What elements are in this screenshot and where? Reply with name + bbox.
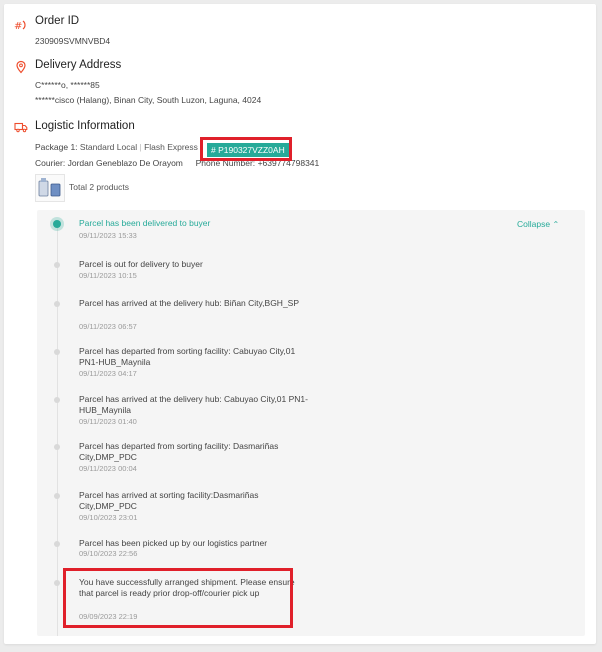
timeline-event-time: 09/11/2023 04:17 (79, 369, 137, 378)
timeline-line (57, 226, 58, 636)
timeline-event-time: 09/10/2023 22:56 (79, 549, 138, 558)
svg-text:#: # (14, 21, 22, 32)
timeline-dot (54, 580, 60, 586)
logistic-info-title: Logistic Information (35, 120, 135, 132)
package-label: Package 1: (35, 142, 78, 152)
delivery-address-title: Delivery Address (35, 59, 122, 71)
timeline-dot (54, 541, 60, 547)
order-id-value: 230909SVMNVBD4 (35, 36, 111, 46)
timeline-event-time: 09/11/2023 06:57 (79, 322, 137, 331)
product-image-icon (38, 178, 61, 197)
timeline-dot (54, 493, 60, 499)
timeline-event-time: 09/10/2023 23:01 (79, 513, 138, 522)
collapse-label: Collapse (517, 219, 551, 229)
timeline-event-title: Parcel has departed from sorting facilit… (79, 346, 296, 367)
recipient-name-phone: C******o, ******85 (35, 80, 100, 90)
timeline-event-time: 09/11/2023 01:40 (79, 417, 137, 426)
recipient-address: ******cisco (Halang), Binan City, South … (35, 95, 262, 105)
timeline-event-title: Parcel has arrived at the delivery hub: … (79, 298, 300, 308)
timeline-dot (54, 349, 60, 355)
order-id-icon: # (14, 20, 26, 32)
courier-name: Jordan Geneblazo De Orayom (67, 158, 183, 168)
collapse-toggle[interactable]: Collapse ⌃ (517, 219, 559, 229)
timeline-event-title: Parcel has departed from sorting facilit… (79, 441, 279, 462)
tracking-highlight-box (200, 137, 292, 161)
timeline-event-title: Parcel has arrived at sorting facility:D… (79, 490, 259, 511)
courier-label: Courier: (35, 158, 66, 168)
timeline-dot (54, 301, 60, 307)
separator: | (139, 142, 142, 152)
order-detail-card: # Order ID 230909SVMNVBD4 Delivery Addre… (4, 4, 596, 644)
shipment-arranged-highlight-box (63, 568, 293, 628)
timeline-event-time: 09/11/2023 10:15 (79, 271, 137, 280)
timeline-event-time: 09/11/2023 00:04 (79, 464, 137, 473)
timeline-event-time: 09/11/2023 15:33 (79, 231, 137, 240)
timeline-dot (54, 397, 60, 403)
order-id-title: Order ID (35, 15, 80, 27)
carrier-name: Flash Express (144, 142, 198, 152)
total-products: Total 2 products (69, 182, 130, 192)
timeline-event-title: Parcel has been delivered to buyer (79, 218, 211, 228)
product-thumbnail[interactable] (35, 174, 65, 202)
location-pin-icon (16, 60, 26, 74)
truck-icon (14, 122, 28, 133)
chevron-up-icon: ⌃ (552, 220, 560, 229)
shipping-type: Standard Local (79, 142, 138, 152)
timeline-event-title: Parcel has been picked up by our logisti… (79, 538, 268, 548)
timeline-event-title: Parcel is out for delivery to buyer (79, 259, 203, 269)
timeline-dot-active (53, 220, 61, 228)
timeline-dot (54, 262, 60, 268)
package-row: Package 1: Standard Local | Flash Expres… (35, 142, 198, 152)
timeline-event-title: Parcel has arrived at the delivery hub: … (79, 394, 308, 415)
timeline-dot (54, 444, 60, 450)
